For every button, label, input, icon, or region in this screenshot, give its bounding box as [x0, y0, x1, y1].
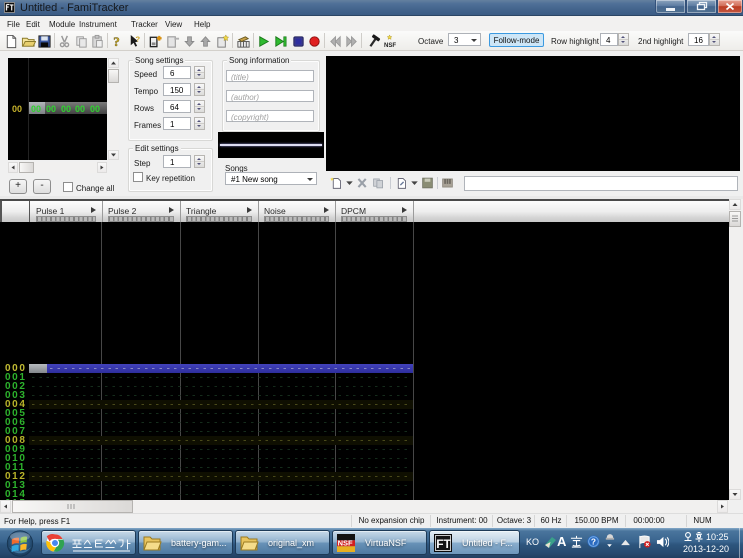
svg-text:?: ?: [591, 537, 596, 547]
svg-text:NSF: NSF: [384, 42, 396, 49]
svg-text:FT: FT: [436, 537, 451, 551]
svg-text:?: ?: [135, 35, 140, 44]
svg-text:?: ?: [113, 34, 120, 49]
svg-text:NSF: NSF: [338, 539, 353, 548]
